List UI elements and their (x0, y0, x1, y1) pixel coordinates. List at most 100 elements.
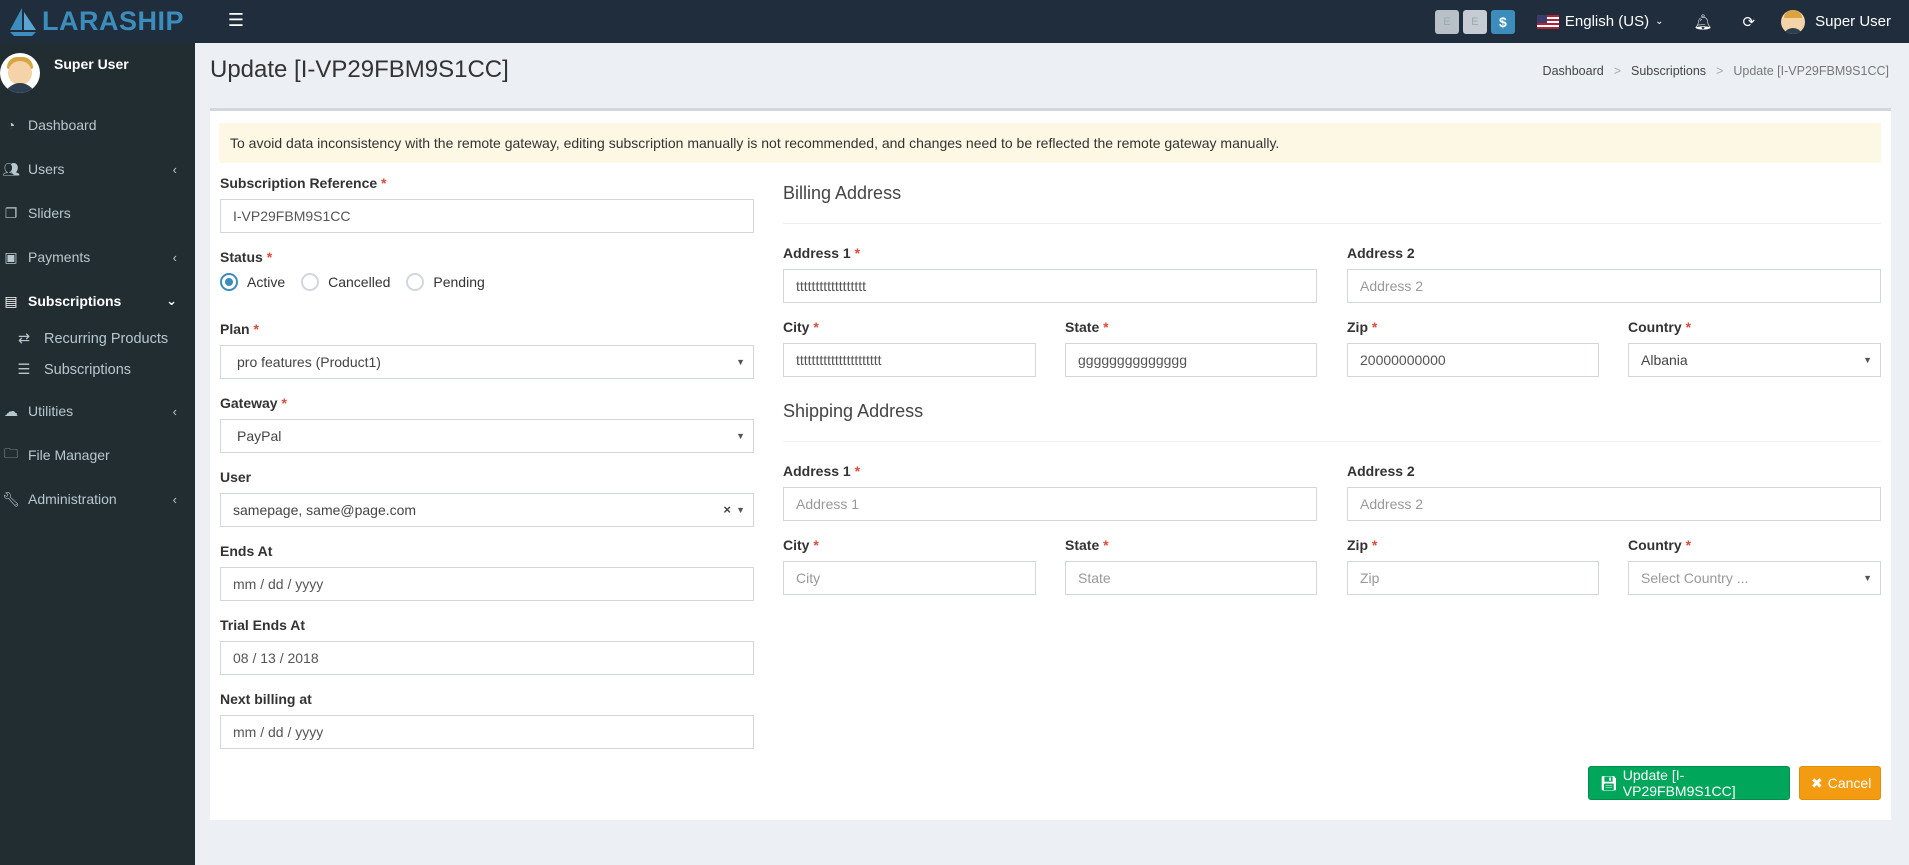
user-avatar (0, 53, 40, 93)
chevron-left-icon: ‹ (172, 161, 177, 177)
status-active-radio[interactable] (220, 273, 238, 291)
shipping-zip-input[interactable]: Zip (1347, 561, 1599, 595)
billing-address2-input[interactable]: Address 2 (1347, 269, 1881, 303)
billing-address2-label: Address 2 (1347, 245, 1415, 261)
shipping-address2-input[interactable]: Address 2 (1347, 487, 1881, 521)
breadcrumb-dashboard[interactable]: Dashboard (1543, 64, 1604, 78)
update-button-label: Update [I-VP29FBM9S1CC] (1622, 767, 1736, 799)
billing-address1-label: Address 1 * (783, 245, 861, 261)
sidebar-item-label: Payments (28, 249, 91, 265)
cancel-button[interactable]: ✖ Cancel (1799, 766, 1881, 800)
update-button[interactable]: 💾︎ Update [I-VP29FBM9S1CC] (1588, 766, 1790, 800)
sidebar-subitem-recurring-products[interactable]: ⇄ Recurring Products (0, 323, 195, 354)
sidebar-menu-bottom: ☁ Utilities ‹ 🗀︎ File Manager 🔧︎ Adminis… (0, 389, 195, 521)
billing-country-select[interactable]: Albania ▼ (1628, 343, 1881, 377)
user-select[interactable]: samepage, same@page.com × ▼ (220, 493, 754, 527)
breadcrumb-subscriptions[interactable]: Subscriptions (1631, 64, 1706, 78)
ends-at-label: Ends At (220, 543, 273, 559)
clear-icon[interactable]: × (723, 494, 731, 526)
sidebar-item-label: Recurring Products (44, 330, 169, 347)
top-navbar: LARASHIP ☰ E E $ English (US) ⌄ 🔔︎ ⟳ Sup… (0, 0, 1909, 43)
billing-address-title: Billing Address (783, 183, 902, 203)
trial-ends-at-label: Trial Ends At (220, 617, 306, 633)
billing-state-input[interactable]: gggggggggggggg (1065, 343, 1317, 377)
currency-button[interactable]: $ (1490, 9, 1515, 34)
billing-city-input[interactable]: tttttttttttttttttttttt (783, 343, 1036, 377)
status-pending-radio[interactable] (406, 273, 425, 291)
refresh-icon[interactable]: ⟳ (1743, 13, 1756, 31)
sidebar-item-utilities[interactable]: ☁ Utilities ‹ (0, 389, 195, 433)
billing-divider (783, 223, 1881, 224)
sidebar-item-label: Utilities (28, 403, 74, 419)
sidebar-item-users[interactable]: 👥︎ Users ‹ (0, 147, 195, 191)
page-title: Update [I-VP29FBM9S1CC] (210, 56, 509, 83)
trial-ends-at-input[interactable]: 08 / 13 / 2018 (220, 641, 754, 675)
shipping-divider (783, 441, 1881, 442)
sidebar-item-label: Users (28, 161, 65, 177)
shipping-city-input[interactable]: City (783, 561, 1036, 595)
sidebar-item-sliders[interactable]: ❐ Sliders (0, 191, 195, 235)
breadcrumb: Dashboard > Subscriptions > Update [I-VP… (1543, 64, 1889, 78)
folder-icon: 🗀︎ (4, 445, 18, 461)
chevron-down-icon: ⌄ (1655, 16, 1664, 27)
billing-zip-label: Zip * (1347, 319, 1378, 335)
subscription-reference-input[interactable]: I-VP29FBM9S1CC (220, 199, 754, 233)
next-billing-at-input[interactable]: mm / dd / yyyy (220, 715, 754, 749)
warning-alert: To avoid data inconsistency with the rem… (219, 123, 1881, 163)
billing-zip-input[interactable]: 20000000000 (1347, 343, 1599, 377)
quick-button-1[interactable]: E (1434, 9, 1459, 34)
breadcrumb-separator: > (1716, 64, 1724, 78)
subscription-reference-label: Subscription Reference * (220, 175, 387, 191)
shipping-zip-label: Zip * (1347, 537, 1378, 553)
app-logo[interactable]: LARASHIP (6, 4, 184, 38)
sidebar-item-dashboard[interactable]: ◔ Dashboard (0, 103, 195, 147)
chevron-left-icon: ‹ (172, 249, 177, 265)
user-menu[interactable]: Super User (1781, 9, 1891, 34)
shipping-country-select[interactable]: Select Country ... ▼ (1628, 561, 1881, 595)
sidebar-item-label: Dashboard (28, 117, 97, 133)
quick-button-2[interactable]: E (1462, 9, 1487, 34)
sidebar-toggle-icon[interactable]: ☰ (226, 10, 246, 30)
billing-address1-input[interactable]: tttttttttttttttttt (783, 269, 1317, 303)
sidebar-item-label: Administration (28, 491, 117, 507)
gateway-label: Gateway * (220, 395, 287, 411)
sidebar-item-label: File Manager (28, 447, 110, 463)
sidebar-item-subscriptions[interactable]: ▤ Subscriptions ⌄ (0, 279, 195, 323)
breadcrumb-separator: > (1613, 64, 1622, 78)
sidebar-menu: ◔ Dashboard 👥︎ Users ‹ ❐ Sliders ▣ Payme… (0, 103, 195, 323)
plan-selected-value: pro features (Product1) (237, 354, 381, 370)
status-label: Status * (220, 249, 273, 265)
recurring-icon: ⇄ (17, 330, 31, 347)
sidebar-item-file-manager[interactable]: 🗀︎ File Manager (0, 433, 195, 477)
shipping-address1-input[interactable]: Address 1 (783, 487, 1317, 521)
gateway-select[interactable]: PayPal ▼ (220, 419, 754, 453)
shipping-address-title: Shipping Address (783, 401, 924, 421)
language-dropdown[interactable]: English (US) ⌄ (1536, 13, 1664, 30)
avatar (1781, 9, 1806, 34)
sidebar-item-administration[interactable]: 🔧︎ Administration ‹ (0, 477, 195, 521)
status-active-label: Active (247, 274, 286, 290)
dashboard-icon: ◔ (6, 117, 16, 133)
caret-down-icon: ▼ (1863, 355, 1872, 365)
status-radio-group: Active Cancelled Pending (220, 273, 501, 291)
chevron-down-icon: ⌄ (166, 293, 177, 308)
caret-down-icon: ▼ (736, 357, 745, 367)
caret-down-icon: ▼ (736, 431, 745, 441)
status-cancelled-radio[interactable] (301, 273, 320, 291)
shipping-address1-label: Address 1 * (783, 463, 861, 479)
bell-icon[interactable]: 🔔︎ (1694, 13, 1713, 31)
shipping-state-label: State * (1065, 537, 1109, 553)
user-name: Super User (1815, 13, 1891, 30)
plan-select[interactable]: pro features (Product1) ▼ (220, 345, 754, 379)
billing-city-label: City * (783, 319, 819, 335)
status-pending-label: Pending (433, 274, 485, 290)
breadcrumb-current: Update [I-VP29FBM9S1CC] (1733, 64, 1889, 78)
shipping-address2-label: Address 2 (1347, 463, 1415, 479)
ends-at-input[interactable]: mm / dd / yyyy (220, 567, 754, 601)
sidebar-item-payments[interactable]: ▣ Payments ‹ (0, 235, 195, 279)
shipping-city-label: City * (783, 537, 819, 553)
shipping-state-input[interactable]: State (1065, 561, 1317, 595)
caret-down-icon: ▼ (736, 505, 745, 515)
subscriptions-icon: ▤ (4, 292, 18, 309)
sidebar-subitem-subscriptions[interactable]: ☰ Subscriptions (0, 354, 195, 385)
